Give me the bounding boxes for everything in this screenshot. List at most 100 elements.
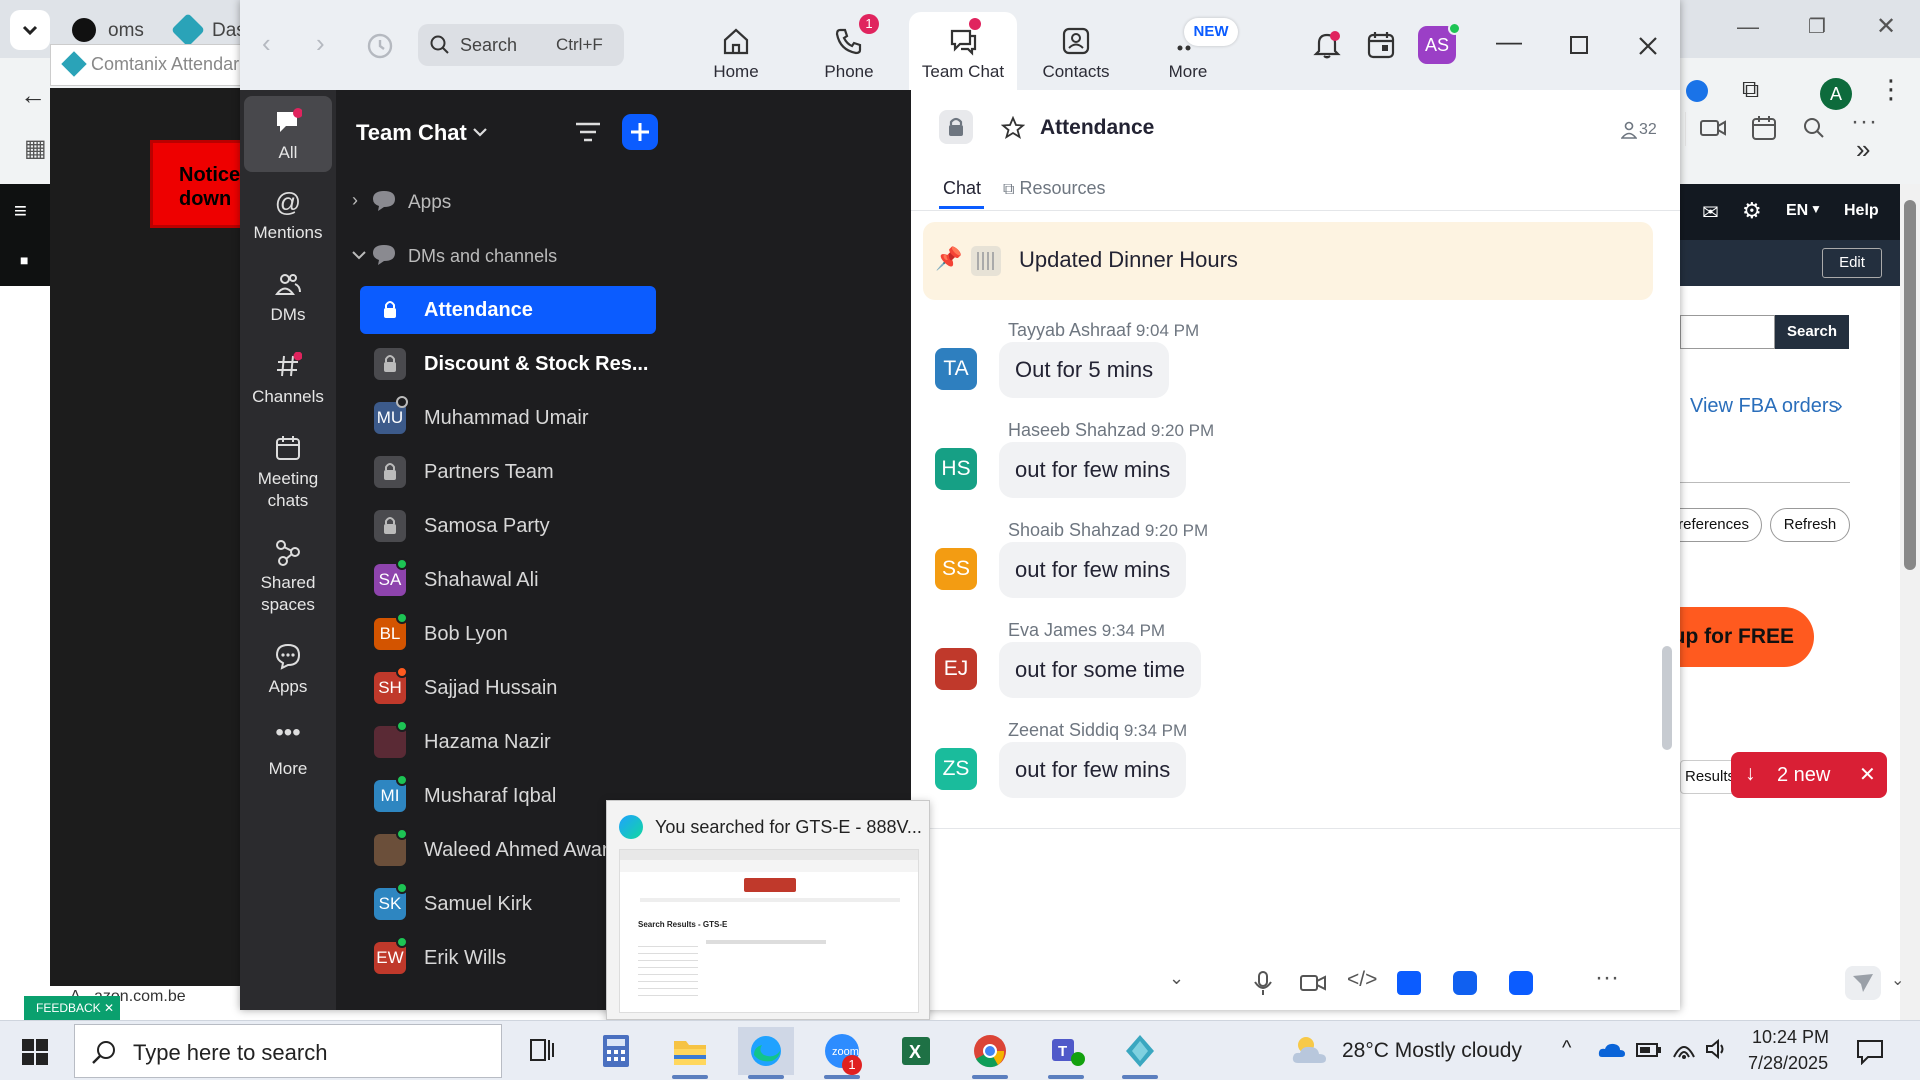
taskbar-preview-popup[interactable]: You searched for GTS-E - 888V... Search … bbox=[606, 800, 930, 1020]
feedback-button[interactable]: FEEDBACK ✕ bbox=[24, 996, 120, 1020]
chevron-down-icon[interactable]: ⌄ bbox=[1169, 968, 1184, 989]
microphone-icon[interactable] bbox=[1253, 970, 1273, 996]
message-sender[interactable]: Tayyab Ashraaf bbox=[1008, 320, 1131, 340]
chrome-icon[interactable] bbox=[962, 1027, 1018, 1079]
tab-search-button[interactable] bbox=[10, 10, 50, 50]
rail-apps[interactable]: Apps bbox=[244, 642, 332, 698]
hamburger-icon[interactable]: ≡ bbox=[14, 198, 27, 224]
language-selector[interactable]: EN bbox=[1786, 202, 1808, 220]
message-sender[interactable]: Eva James bbox=[1008, 620, 1097, 640]
nav-home[interactable]: Home bbox=[682, 12, 790, 90]
video-message-icon[interactable] bbox=[1299, 972, 1327, 994]
search-icon[interactable] bbox=[1803, 117, 1825, 139]
channel-list-item[interactable]: MU Muhammad Umair bbox=[360, 394, 656, 442]
edit-button[interactable]: Edit bbox=[1822, 248, 1882, 278]
browser-back-icon[interactable]: ← bbox=[20, 80, 46, 111]
nav-contacts[interactable]: Contacts bbox=[1022, 12, 1130, 90]
refresh-button[interactable]: Refresh bbox=[1770, 508, 1850, 542]
weather-cloud-icon[interactable] bbox=[1290, 1033, 1332, 1067]
nav-phone[interactable]: Phone 1 bbox=[795, 12, 903, 90]
channel-list-item[interactable]: BL Bob Lyon bbox=[360, 610, 656, 658]
chevron-down-icon[interactable] bbox=[472, 126, 488, 140]
rail-dms[interactable]: DMs bbox=[244, 270, 332, 326]
windows-start-icon[interactable] bbox=[22, 1039, 48, 1065]
app-shortcut-icon[interactable] bbox=[1453, 971, 1477, 995]
rail-channels[interactable]: Channels bbox=[244, 352, 332, 408]
file-explorer-icon[interactable] bbox=[662, 1027, 718, 1079]
back-arrow-icon[interactable]: ‹ bbox=[262, 28, 271, 59]
video-icon[interactable] bbox=[1699, 116, 1727, 140]
clock-time[interactable]: 10:24 PM bbox=[1752, 1027, 1829, 1048]
clock-date[interactable]: 7/28/2025 bbox=[1748, 1053, 1828, 1074]
browser-restore-icon[interactable]: ❐ bbox=[1808, 14, 1826, 39]
tab-chat[interactable]: Chat bbox=[943, 178, 981, 199]
browser-minimize-icon[interactable]: — bbox=[1737, 14, 1759, 40]
member-count[interactable]: 32 bbox=[1621, 120, 1671, 140]
browser-close-icon[interactable]: ✕ bbox=[1876, 12, 1896, 41]
signup-free-button[interactable]: up for FREE bbox=[1660, 607, 1814, 667]
task-view-icon[interactable] bbox=[514, 1027, 570, 1075]
new-messages-banner[interactable]: ↓ 2 new ✕ bbox=[1731, 752, 1887, 798]
chevron-up-icon[interactable]: ^ bbox=[1562, 1037, 1571, 1060]
forward-arrow-icon[interactable]: › bbox=[316, 28, 325, 59]
edge-browser-icon[interactable] bbox=[738, 1027, 794, 1079]
message-avatar[interactable]: TA bbox=[935, 348, 977, 390]
send-button[interactable] bbox=[1845, 966, 1881, 1000]
notifications-icon[interactable] bbox=[1856, 1039, 1884, 1065]
history-icon[interactable] bbox=[366, 32, 394, 60]
channel-list-item[interactable]: Attendance bbox=[360, 286, 656, 334]
chat-scrollbar-track[interactable] bbox=[1662, 208, 1672, 750]
channel-list-item[interactable]: Hazama Nazir bbox=[360, 718, 656, 766]
mail-icon[interactable]: ✉ bbox=[1702, 200, 1719, 225]
maximize-icon[interactable] bbox=[1570, 36, 1588, 54]
channel-list-item[interactable]: Partners Team bbox=[360, 448, 656, 496]
help-link[interactable]: Help bbox=[1844, 202, 1879, 220]
view-fba-orders-link[interactable]: View FBA orders bbox=[1690, 395, 1839, 418]
browser-profile-avatar[interactable]: A bbox=[1820, 78, 1852, 110]
message-avatar[interactable]: HS bbox=[935, 448, 977, 490]
volume-icon[interactable] bbox=[1704, 1037, 1728, 1061]
zoom-search-input[interactable]: Search Ctrl+F bbox=[418, 24, 624, 66]
channel-list-item[interactable]: Discount & Stock Res... bbox=[360, 340, 656, 388]
message-avatar[interactable]: ZS bbox=[935, 748, 977, 790]
browser-tab-oms[interactable]: oms bbox=[108, 20, 144, 42]
channel-list-item[interactable]: SA Shahawal Ali bbox=[360, 556, 656, 604]
message-sender[interactable]: Shoaib Shahzad bbox=[1008, 520, 1140, 540]
message-sender[interactable]: Zeenat Siddiq bbox=[1008, 720, 1119, 740]
pinned-message[interactable]: 📌 Updated Dinner Hours bbox=[923, 222, 1653, 300]
message-sender[interactable]: Haseeb Shahzad bbox=[1008, 420, 1146, 440]
chat-scrollbar-thumb[interactable] bbox=[1662, 646, 1672, 750]
zoom-taskbar-icon[interactable]: zoom 1 bbox=[814, 1027, 870, 1079]
rail-meeting-chats[interactable]: Meeting chats bbox=[244, 434, 332, 512]
browser-menu-icon[interactable]: ⋮ bbox=[1878, 74, 1904, 105]
bell-icon[interactable] bbox=[1312, 30, 1342, 60]
message-avatar[interactable]: EJ bbox=[935, 648, 977, 690]
comtanix-app-icon[interactable] bbox=[1112, 1027, 1168, 1079]
tab-resources[interactable]: ⧉ Resources bbox=[1003, 178, 1106, 199]
apps-section-header[interactable]: › Apps bbox=[352, 184, 652, 224]
wifi-icon[interactable] bbox=[1672, 1037, 1696, 1061]
channel-list-item[interactable]: SH Sajjad Hussain bbox=[360, 664, 656, 712]
rail-all[interactable]: All bbox=[244, 96, 332, 172]
excel-icon[interactable]: X bbox=[888, 1027, 944, 1075]
filter-icon[interactable] bbox=[574, 120, 602, 144]
amazon-search-button[interactable]: Search bbox=[1775, 315, 1849, 349]
rail-more[interactable]: ••• More bbox=[244, 721, 332, 780]
new-chat-button[interactable] bbox=[622, 114, 658, 150]
message-composer[interactable] bbox=[911, 830, 1680, 950]
rail-shared-spaces[interactable]: Shared spaces bbox=[244, 538, 332, 616]
nav-more[interactable]: More NEW bbox=[1134, 12, 1242, 90]
battery-icon[interactable] bbox=[1636, 1041, 1662, 1059]
weather-text[interactable]: 28°C Mostly cloudy bbox=[1342, 1039, 1522, 1063]
onedrive-icon[interactable] bbox=[1598, 1041, 1626, 1059]
calculator-icon[interactable] bbox=[588, 1027, 644, 1075]
team-chat-title[interactable]: Team Chat bbox=[356, 120, 467, 146]
taskbar-search-box[interactable]: Type here to search bbox=[74, 1024, 502, 1078]
zoom-app-icon[interactable] bbox=[1509, 971, 1533, 995]
star-icon[interactable] bbox=[1001, 116, 1025, 140]
minimize-icon[interactable]: — bbox=[1496, 26, 1522, 57]
chevron-down-icon[interactable]: ⌄ bbox=[1891, 970, 1904, 990]
nav-team-chat[interactable]: Team Chat bbox=[909, 12, 1017, 90]
channel-list-item[interactable]: Samosa Party bbox=[360, 502, 656, 550]
chevron-double-right-icon[interactable]: » bbox=[1856, 134, 1870, 165]
